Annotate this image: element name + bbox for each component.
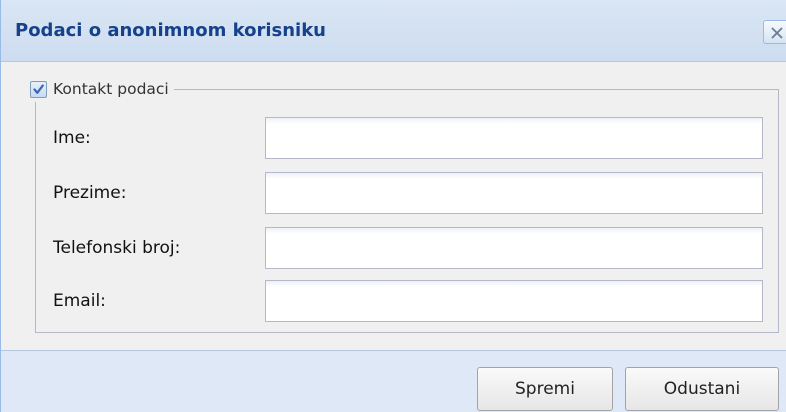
telefonski-broj-label: Telefonski broj: (53, 238, 181, 258)
field-row-prezime: Prezime: (1, 172, 786, 216)
field-row-telefon: Telefonski broj: (1, 227, 786, 271)
contact-checkbox[interactable] (30, 80, 47, 98)
ime-input[interactable] (265, 117, 763, 159)
fieldset-legend: Kontakt podaci (25, 76, 174, 102)
telefonski-broj-input[interactable] (265, 227, 763, 269)
close-icon (771, 27, 783, 39)
ime-label: Ime: (53, 128, 91, 148)
cancel-button[interactable]: Odustani (625, 367, 779, 411)
close-button[interactable] (763, 20, 786, 44)
checkmark-icon (33, 83, 44, 94)
prezime-input[interactable] (265, 172, 763, 214)
fieldset-legend-label: Kontakt podaci (53, 80, 169, 98)
field-row-email: Email: (1, 280, 786, 324)
email-input[interactable] (265, 280, 763, 322)
field-row-ime: Ime: (1, 117, 786, 161)
save-button[interactable]: Spremi (477, 367, 613, 411)
email-label: Email: (53, 291, 106, 311)
dialog-footer: Spremi Odustani (1, 351, 786, 412)
dialog-titlebar[interactable]: Podaci o anonimnom korisniku (1, 0, 786, 62)
dialog-window: Podaci o anonimnom korisniku Kontakt pod… (0, 0, 786, 412)
prezime-label: Prezime: (53, 183, 127, 203)
dialog-body: Kontakt podaci Ime: Prezime: Telefonski … (1, 62, 786, 351)
dialog-title: Podaci o anonimnom korisniku (15, 20, 326, 41)
